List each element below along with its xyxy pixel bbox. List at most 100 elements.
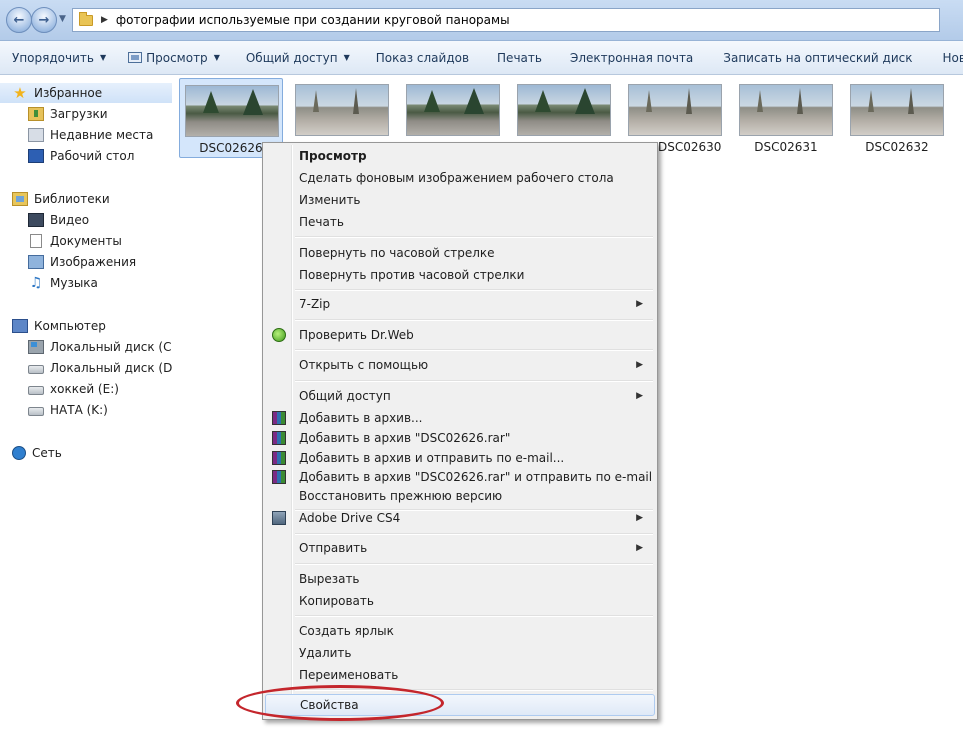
menu-item-adobe-drive[interactable]: Adobe Drive CS4 ▶ [265, 507, 655, 529]
submenu-arrow-icon: ▶ [636, 360, 643, 370]
sidebar-item-disk-d[interactable]: Локальный диск (D:) [0, 358, 172, 378]
menu-item-drweb[interactable]: Проверить Dr.Web [265, 324, 655, 346]
view-icon [128, 52, 143, 63]
sidebar-item-favorites[interactable]: ★ Избранное [0, 83, 172, 103]
menu-item-label: Вырезать [299, 572, 360, 586]
sidebar-item-label: НАТА (K:) [50, 403, 108, 417]
email-button[interactable]: Электронная почта [550, 51, 701, 65]
computer-icon [12, 319, 28, 333]
menu-item-label: Добавить в архив... [299, 411, 423, 425]
menu-item-restore[interactable]: Восстановить прежнюю версию [265, 485, 655, 507]
menu-item-label: Переименовать [299, 668, 399, 682]
back-button[interactable]: ← [6, 7, 32, 33]
photo-thumbnail-image [628, 84, 722, 136]
menu-item-copy[interactable]: Копировать [265, 590, 655, 612]
breadcrumb-chevron-icon[interactable]: ▶ [101, 15, 108, 25]
highlight-ellipse-annotation [236, 685, 444, 721]
menu-item-label: Сделать фоновым изображением рабочего ст… [299, 171, 614, 185]
print-button[interactable]: Печать [477, 51, 550, 65]
file-thumbnail[interactable]: DSC02632 [845, 78, 949, 158]
menu-item-delete[interactable]: Удалить [265, 642, 655, 664]
navigation-pane: ★ Избранное Загрузки Недавние места Рабо… [0, 75, 172, 735]
sidebar-item-music[interactable]: ♫ Музыка [0, 273, 172, 293]
menu-item-label: Добавить в архив "DSC02626.rar" [299, 431, 511, 445]
menu-item-set-wallpaper[interactable]: Сделать фоновым изображением рабочего ст… [265, 167, 655, 189]
menu-item-open-with[interactable]: Открыть с помощью ▶ [265, 354, 655, 376]
sidebar-item-computer[interactable]: Компьютер [0, 316, 172, 336]
slideshow-label: Показ слайдов [375, 50, 470, 65]
sidebar-item-desktop[interactable]: Рабочий стол [0, 146, 172, 166]
sidebar-item-label: Локальный диск (D:) [50, 361, 172, 375]
submenu-arrow-icon: ▶ [636, 543, 643, 553]
libraries-icon [12, 192, 28, 206]
sidebar-item-label: Сеть [32, 446, 62, 460]
sidebar-item-label: Изображения [50, 255, 137, 269]
menu-item-label: 7-Zip [299, 297, 331, 311]
drive-icon [28, 365, 44, 374]
address-bar[interactable]: ▶ фотографии используемые при создании к… [72, 8, 940, 32]
menu-item-label: Проверить Dr.Web [299, 328, 414, 342]
video-icon [28, 213, 44, 227]
menu-item-add-rar[interactable]: Добавить в архив "DSC02626.rar" [265, 427, 655, 449]
menu-item-share[interactable]: Общий доступ ▶ [265, 385, 655, 407]
menu-item-cut[interactable]: Вырезать [265, 568, 655, 590]
menu-separator [295, 349, 653, 351]
new-folder-button[interactable]: Новая папка [920, 51, 963, 65]
menu-item-label: Удалить [299, 646, 352, 660]
star-icon: ★ [13, 84, 27, 102]
menu-item-label: Общий доступ [299, 389, 391, 403]
menu-item-edit[interactable]: Изменить [265, 189, 655, 211]
share-button[interactable]: Общий доступ ▼ [228, 51, 358, 65]
burn-disc-button[interactable]: Записать на оптический диск [701, 51, 920, 65]
sidebar-item-label: Локальный диск (C:) [50, 340, 172, 354]
network-icon [12, 446, 26, 460]
menu-item-rotate-cw[interactable]: Повернуть по часовой стрелке [265, 242, 655, 264]
menu-item-create-shortcut[interactable]: Создать ярлык [265, 620, 655, 642]
sidebar-item-label: Загрузки [50, 107, 108, 121]
slideshow-button[interactable]: Показ слайдов [358, 51, 477, 65]
sidebar-item-drive-e[interactable]: хоккей (E:) [0, 379, 172, 399]
back-arrow-icon: ← [13, 12, 25, 28]
submenu-arrow-icon: ▶ [636, 299, 643, 309]
menu-item-print[interactable]: Печать [265, 211, 655, 233]
photo-thumbnail-image [517, 84, 611, 136]
menu-separator [295, 380, 653, 382]
menu-item-rotate-ccw[interactable]: Повернуть против часовой стрелки [265, 264, 655, 286]
menu-item-rename[interactable]: Переименовать [265, 664, 655, 686]
music-note-icon: ♫ [29, 275, 43, 291]
forward-arrow-icon: → [38, 12, 50, 28]
sidebar-item-images[interactable]: Изображения [0, 252, 172, 272]
sidebar-item-disk-c[interactable]: Локальный диск (C:) [0, 337, 172, 357]
sidebar-item-label: Недавние места [50, 128, 154, 142]
menu-item-label: Просмотр [299, 149, 367, 163]
menu-item-add-archive[interactable]: Добавить в архив... [265, 407, 655, 429]
documents-icon [30, 234, 42, 248]
sidebar-item-recent[interactable]: Недавние места [0, 125, 172, 145]
recent-pages-chevron-icon[interactable]: ▼ [59, 14, 66, 24]
sidebar-item-libraries[interactable]: Библиотеки [0, 189, 172, 209]
sidebar-item-label: Рабочий стол [50, 149, 135, 163]
sidebar-item-documents[interactable]: Документы [0, 231, 172, 251]
drweb-spider-icon [272, 328, 286, 342]
sidebar-item-network[interactable]: Сеть [0, 443, 172, 463]
file-name: DSC02632 [865, 140, 929, 154]
burn-label: Записать на оптический диск [723, 50, 913, 65]
file-name: DSC02631 [754, 140, 818, 154]
menu-item-label: Копировать [299, 594, 374, 608]
photo-thumbnail-image [185, 85, 279, 137]
sidebar-item-video[interactable]: Видео [0, 210, 172, 230]
view-button[interactable]: Просмотр ▼ [114, 51, 228, 65]
sidebar-item-label: Библиотеки [34, 192, 110, 206]
sidebar-item-drive-k[interactable]: НАТА (K:) [0, 400, 172, 420]
menu-item-send-to[interactable]: Отправить ▶ [265, 537, 655, 559]
file-thumbnail[interactable]: DSC02631 [734, 78, 838, 158]
menu-separator [295, 615, 653, 617]
forward-button[interactable]: → [31, 7, 57, 33]
address-path[interactable]: фотографии используемые при создании кру… [116, 13, 510, 27]
share-label: Общий доступ [245, 50, 338, 65]
menu-item-preview[interactable]: Просмотр [265, 145, 655, 167]
organize-button[interactable]: Упорядочить ▼ [0, 51, 114, 65]
recent-places-icon [28, 128, 44, 142]
menu-item-7zip[interactable]: 7-Zip ▶ [265, 293, 655, 315]
sidebar-item-downloads[interactable]: Загрузки [0, 104, 172, 124]
